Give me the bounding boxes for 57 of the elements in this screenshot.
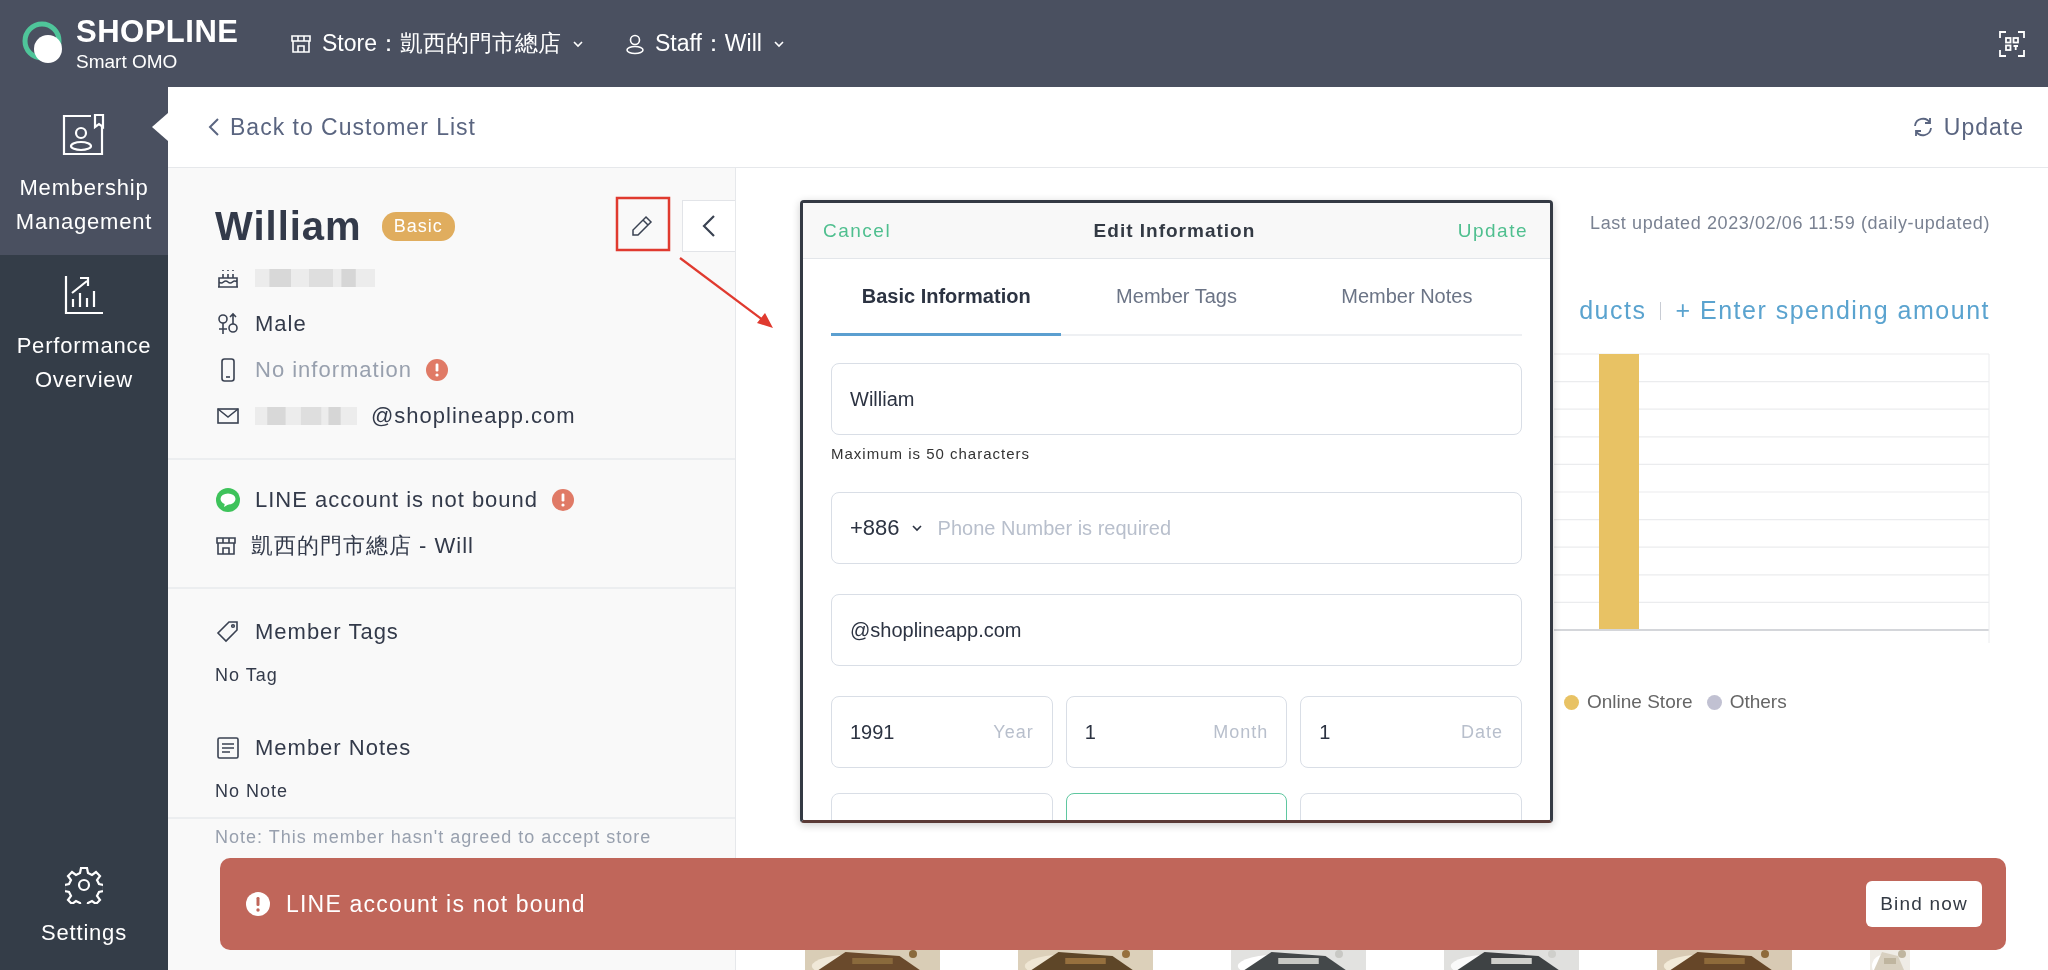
date-field[interactable]: 1991 Year <box>831 696 1053 768</box>
refresh-icon <box>1911 116 1934 138</box>
active-pointer <box>152 113 168 141</box>
email-text: @shoplineapp.com <box>371 403 576 429</box>
warning-icon <box>246 892 270 916</box>
highlight-frame <box>615 196 671 252</box>
consent-note: Note: This member hasn't agreed to accept store <box>214 826 653 848</box>
phone-text: No information <box>255 357 413 383</box>
brand-subtitle: Smart OMO <box>76 52 179 71</box>
toast-message: LINE account is not bound <box>286 890 587 918</box>
gender-text: Male <box>255 311 307 337</box>
chevron-left-icon <box>702 214 716 238</box>
brand-name: SHOPLINE <box>76 16 239 47</box>
member-card-icon <box>61 113 107 157</box>
store-selector[interactable]: Store：凱西的門市總店 <box>290 28 585 59</box>
store-icon <box>290 32 312 55</box>
store-staff-text: 凱西的門市總店 - Will <box>251 532 474 560</box>
tab[interactable]: Basic Information <box>831 259 1062 336</box>
last-updated-text: Last updated 2023/02/06 11:59 (daily-updated) <box>1589 213 1990 234</box>
warning-icon <box>426 359 449 381</box>
sidebar-item[interactable]: Membership Management <box>0 87 168 255</box>
bind-now-button[interactable]: Bind now <box>1866 881 1982 927</box>
section-title: Member Notes <box>255 735 412 761</box>
update-button[interactable]: Update <box>1911 113 2024 141</box>
chart-icon <box>63 273 105 315</box>
line-status-text: LINE account is not bound <box>255 487 539 513</box>
store-icon <box>215 535 237 557</box>
legend-label: Others <box>1729 691 1787 713</box>
sidebar-item[interactable]: Settings <box>0 848 168 970</box>
pencil-icon <box>631 215 653 237</box>
dialog-title: Edit Information <box>1093 219 1256 242</box>
phone-field[interactable]: +886 Phone Number is required <box>831 492 1522 564</box>
warning-icon <box>552 489 575 511</box>
staff-icon <box>625 32 645 55</box>
name-field[interactable]: William <box>831 363 1522 435</box>
collapse-button[interactable] <box>682 200 735 252</box>
notes-value: No Note <box>215 779 290 803</box>
date-field[interactable]: 1 Date <box>1300 696 1522 768</box>
tier-badge: Basic <box>381 211 455 241</box>
tag-icon <box>215 619 241 645</box>
tab[interactable]: Member Notes <box>1291 259 1522 336</box>
tags-value: No Tag <box>215 663 279 687</box>
back-link[interactable]: Back to Customer List <box>208 113 476 141</box>
back-icon <box>208 117 220 137</box>
customer-name: William <box>215 203 362 249</box>
legend-label: Online Store <box>1587 691 1693 713</box>
date-field[interactable]: 1 Month <box>1065 696 1288 768</box>
section-title: Member Tags <box>255 619 399 645</box>
scan-icon[interactable] <box>1998 29 2026 58</box>
staff-selector[interactable]: Staff：Will <box>625 28 786 59</box>
notes-icon <box>215 735 241 761</box>
gender-icon <box>215 311 241 337</box>
country-code-selector[interactable]: +886 <box>850 515 924 541</box>
email-field[interactable]: @shoplineapp.com <box>831 594 1522 666</box>
tab[interactable]: Member Tags <box>1061 259 1292 336</box>
sidebar-item[interactable]: Performance Overview <box>0 255 168 413</box>
field-hint: Maximum is 50 characters <box>831 445 1032 464</box>
